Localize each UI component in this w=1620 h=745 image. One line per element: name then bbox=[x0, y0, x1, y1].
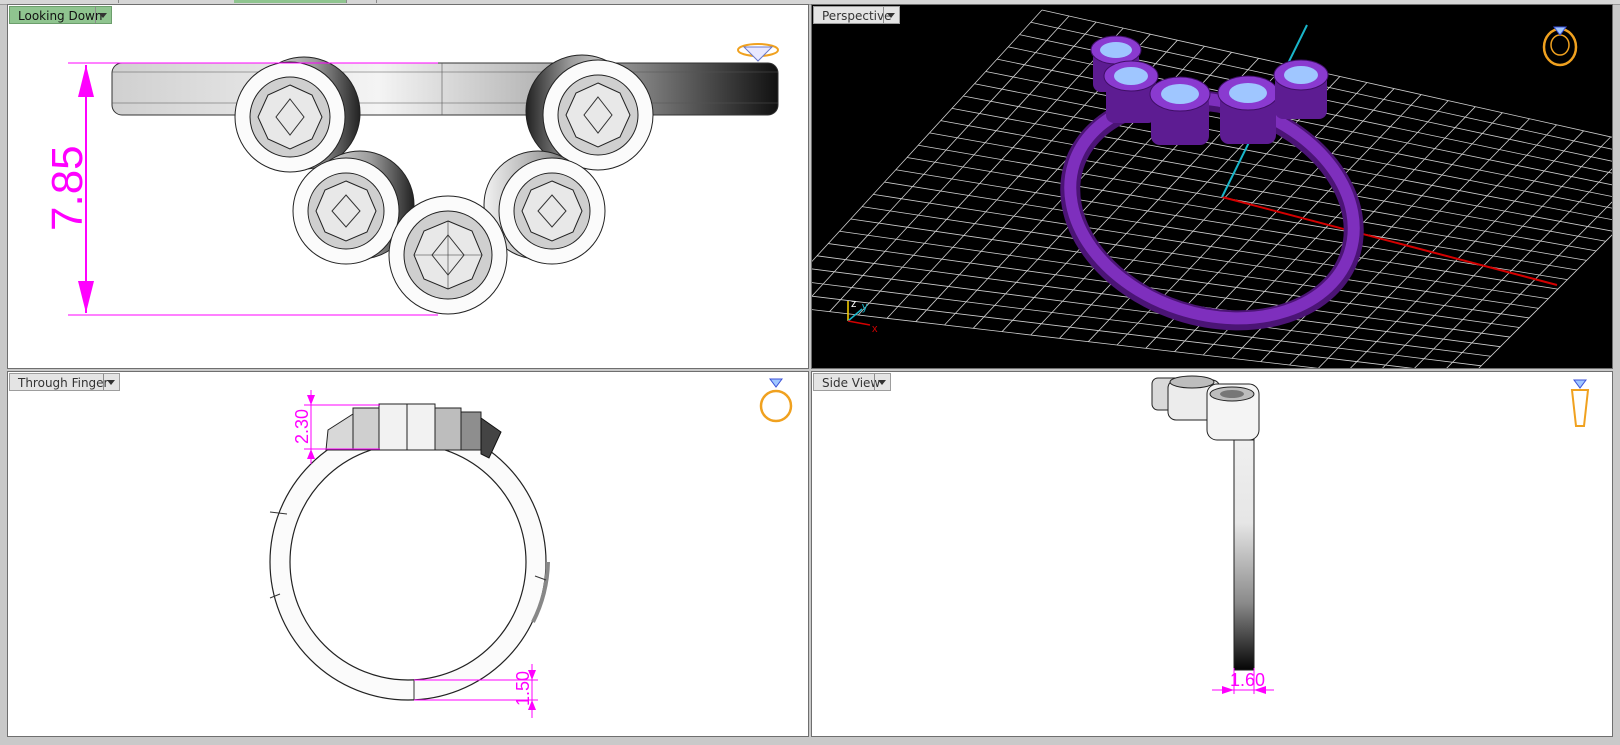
ring-band-top bbox=[111, 62, 779, 116]
viewport-label-perspective[interactable]: Perspective bbox=[813, 6, 900, 24]
grid-line bbox=[812, 9, 1043, 262]
viewport-looking-down[interactable]: 7.85 Looking Down bbox=[7, 4, 809, 369]
dimension-label-7-85: 7.85 bbox=[43, 145, 92, 231]
viewport-label-text: Perspective bbox=[822, 9, 892, 23]
viewport-label-side-view[interactable]: Side View bbox=[813, 373, 891, 391]
dimension-1-60: 1.60 bbox=[1212, 668, 1274, 694]
grid-line bbox=[1478, 234, 1612, 368]
looking-down-canvas: 7.85 bbox=[43, 43, 779, 316]
ring-side-model bbox=[1151, 375, 1260, 671]
grid-line bbox=[812, 15, 1070, 297]
chevron-down-icon[interactable] bbox=[95, 7, 111, 23]
perspective-canvas: z y x bbox=[812, 9, 1612, 368]
chevron-down-icon[interactable] bbox=[874, 374, 890, 390]
grid-line bbox=[1414, 168, 1612, 368]
viewport-label-text: Looking Down bbox=[18, 9, 103, 23]
bezel-row-front bbox=[325, 403, 502, 459]
ring-side-icon[interactable] bbox=[1570, 379, 1590, 427]
grid-line bbox=[1382, 136, 1612, 368]
side-view-canvas: 1.60 bbox=[1151, 375, 1590, 694]
axis-label-y: y bbox=[862, 301, 868, 313]
viewport-perspective[interactable]: z y x Perspective bbox=[811, 4, 1613, 369]
dimension-label-1-60: 1.60 bbox=[1230, 670, 1265, 690]
ring-front-model bbox=[269, 423, 550, 701]
viewport-through-finger[interactable]: 2.30 1.50 Through Finger bbox=[7, 371, 809, 737]
through-finger-canvas: 2.30 1.50 bbox=[269, 378, 793, 718]
tab-strip-segment[interactable] bbox=[118, 0, 235, 3]
bezel-3d-5 bbox=[1273, 59, 1329, 119]
grid-line bbox=[812, 309, 1319, 368]
chevron-down-icon[interactable] bbox=[103, 374, 119, 390]
chevron-down-icon[interactable] bbox=[883, 7, 899, 23]
tab-strip-segment-active[interactable] bbox=[234, 0, 347, 3]
grid-line bbox=[1260, 112, 1503, 362]
bezel-3d-4 bbox=[1217, 75, 1279, 144]
ring-with-gem-icon[interactable] bbox=[1542, 26, 1578, 67]
tab-strip-segment[interactable] bbox=[0, 0, 119, 3]
dimension-label-1-50: 1.50 bbox=[513, 671, 533, 706]
bezel-3d-3 bbox=[1149, 76, 1211, 145]
x-axis-line bbox=[1221, 196, 1558, 286]
viewport-label-text: Side View bbox=[822, 376, 881, 390]
viewport-label-through-finger[interactable]: Through Finger bbox=[9, 373, 120, 391]
viewport-label-looking-down[interactable]: Looking Down bbox=[9, 6, 112, 24]
axis-label-z: z bbox=[851, 298, 857, 310]
grid-line bbox=[906, 157, 1578, 271]
bezel-setting-5 bbox=[388, 195, 508, 315]
grid-line bbox=[812, 268, 1491, 357]
diamond-icon[interactable] bbox=[737, 43, 779, 62]
ring-front-icon[interactable] bbox=[759, 378, 793, 423]
viewport-label-text: Through Finger bbox=[18, 376, 109, 390]
axis-label-x: x bbox=[872, 323, 878, 335]
tab-strip-segment[interactable] bbox=[346, 0, 377, 3]
dimension-label-2-30: 2.30 bbox=[292, 409, 312, 444]
grid-line bbox=[1350, 130, 1584, 368]
viewport-side-view[interactable]: 1.60 Side View bbox=[811, 371, 1613, 737]
